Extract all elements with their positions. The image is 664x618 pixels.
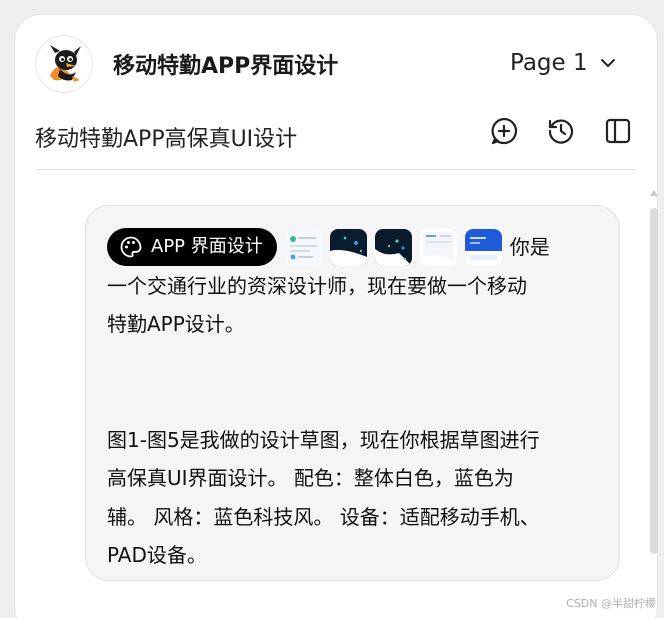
message-line: 高保真UI界面设计。 配色：整体白色，蓝色为 bbox=[107, 466, 514, 490]
app-title: 移动特勤APP界面设计 bbox=[113, 54, 339, 79]
sub-toolbar: 移动特勤APP高保真UI设计 bbox=[15, 111, 657, 169]
message-line: PAD设备。 bbox=[107, 543, 207, 567]
history-icon bbox=[548, 119, 574, 144]
skill-tag-label: APP 界面设计 bbox=[151, 236, 263, 257]
sidebar-panel-icon bbox=[605, 118, 631, 144]
message-line: 图1-图5是我做的设计草图，现在你根据草图进行 bbox=[107, 427, 540, 452]
toggle-sidebar-button[interactable] bbox=[602, 115, 634, 147]
avatar[interactable] bbox=[35, 35, 93, 93]
message-line: 辅。 风格：蓝色科技风。 设备：适配移动手机、 bbox=[107, 504, 540, 529]
add-circle-icon bbox=[491, 117, 518, 145]
user-message-bubble: APP 界面设计 你是 一个交通行业的资深设计师，现在要做一个移动 特勤APP设… bbox=[85, 205, 620, 581]
page-selector[interactable]: Page 1 bbox=[510, 48, 618, 78]
message-first-line-text: 你是 bbox=[509, 235, 550, 259]
message-text: APP 界面设计 你是 一个交通行业的资深设计师，现在要做一个移动 特勤APP设… bbox=[107, 228, 607, 575]
chat-scrollbar[interactable] bbox=[650, 190, 658, 556]
chat-area: APP 界面设计 你是 一个交通行业的资深设计师，现在要做一个移动 特勤APP设… bbox=[15, 171, 657, 618]
palette-icon bbox=[120, 236, 142, 258]
scroll-up-arrow-icon[interactable] bbox=[650, 190, 658, 196]
skill-tag[interactable]: APP 界面设计 bbox=[107, 228, 277, 267]
sketch-4-thumbnail[interactable] bbox=[419, 228, 457, 266]
header-divider bbox=[35, 169, 637, 170]
new-chat-button[interactable] bbox=[488, 115, 520, 147]
header: 移动特勤APP界面设计 Page 1 bbox=[15, 15, 657, 111]
mascot-icon bbox=[36, 36, 92, 92]
page-selector-label: Page 1 bbox=[510, 50, 588, 76]
message-first-line: APP 界面设计 你是 bbox=[107, 228, 607, 267]
scrollbar-thumb[interactable] bbox=[650, 208, 658, 554]
project-subtitle: 移动特勤APP高保真UI设计 bbox=[35, 127, 298, 152]
sketch-3-thumbnail[interactable] bbox=[374, 228, 412, 266]
message-line: 特勤APP设计。 bbox=[107, 312, 245, 336]
sketch-2-thumbnail[interactable] bbox=[329, 228, 367, 266]
chat-panel: 移动特勤APP界面设计 Page 1 移动特勤APP高保真UI设计 APP 界面… bbox=[14, 14, 658, 618]
chevron-down-icon bbox=[600, 59, 615, 67]
sketch-1-thumbnail[interactable] bbox=[284, 228, 322, 266]
sketch-5-thumbnail[interactable] bbox=[464, 228, 502, 266]
history-button[interactable] bbox=[545, 115, 577, 147]
message-line: 一个交通行业的资深设计师，现在要做一个移动 bbox=[107, 273, 527, 298]
watermark: CSDN @半甜柠檬 bbox=[566, 597, 656, 610]
